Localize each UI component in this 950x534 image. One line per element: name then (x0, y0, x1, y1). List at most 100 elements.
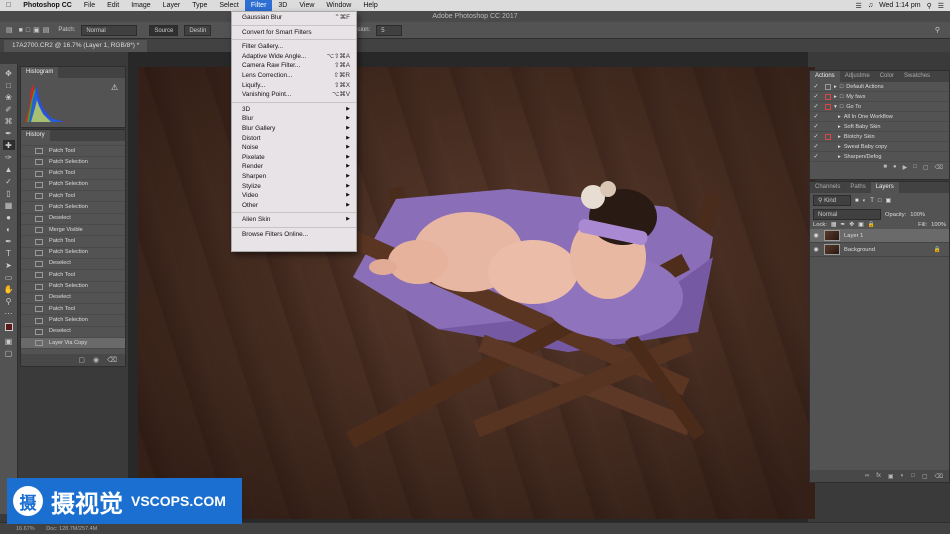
filter-adjustment-icon[interactable]: ◐ (863, 198, 867, 204)
filter-submenu-pixelate[interactable]: Pixelate ▶ (232, 153, 356, 163)
snapshot-icon[interactable]: ◉ (93, 356, 99, 364)
filter-gallery[interactable]: Filter Gallery... (232, 42, 356, 52)
play-icon[interactable]: ▶ (903, 164, 908, 171)
hand-tool-icon[interactable]: ✋ (3, 284, 15, 294)
menu-image[interactable]: Image (125, 0, 156, 11)
add-mask-icon[interactable]: ▣ (888, 473, 894, 480)
history-item[interactable]: Patch Selection (21, 157, 125, 169)
more-tools-icon[interactable]: ⋯ (3, 308, 15, 318)
filter-pixel-icon[interactable]: ■ (855, 198, 859, 204)
move-tool-icon[interactable]: ✥ (3, 68, 15, 78)
action-set[interactable]: ✓ ▸ □ My favs (810, 92, 949, 102)
lock-pixels-icon[interactable]: ▦ (831, 222, 836, 228)
filter-camera-raw[interactable]: Camera Raw Filter... ⇧⌘A (232, 61, 356, 71)
volume-icon[interactable]: ♫ (868, 2, 873, 9)
wifi-icon[interactable]: ☰ (856, 2, 862, 10)
filter-submenu-blur[interactable]: Blur ▶ (232, 114, 356, 124)
histogram-tab[interactable]: Histogram (21, 67, 59, 78)
eyedropper-tool-icon[interactable]: ✒ (3, 128, 15, 138)
history-item[interactable]: Deselect (21, 214, 125, 226)
color-swatches-icon[interactable] (3, 320, 15, 334)
stamp-tool-icon[interactable]: ▲ (3, 164, 15, 174)
history-item[interactable]: Patch Tool (21, 304, 125, 316)
new-group-icon[interactable]: □ (911, 473, 915, 479)
history-item[interactable]: Patch Tool (21, 236, 125, 248)
filter-liquify[interactable]: Liquify... ⇧⌘X (232, 81, 356, 91)
history-item[interactable]: Patch Tool (21, 191, 125, 203)
patch-tool-icon[interactable]: ▤ (6, 26, 13, 34)
filter-convert-smart[interactable]: Convert for Smart Filters (232, 28, 356, 38)
filter-gaussian-blur[interactable]: Gaussian Blur ⌃⌘F (232, 13, 356, 23)
stop-icon[interactable]: ■ (883, 164, 887, 170)
patch-mode-select[interactable]: Normal (81, 24, 138, 36)
history-item[interactable]: Patch Tool (21, 270, 125, 282)
tab-channels[interactable]: Channels (810, 182, 845, 193)
healing-tool-icon[interactable]: ✚ (2, 140, 15, 150)
visibility-eye-icon[interactable]: ◉ (810, 247, 822, 253)
filter-submenu-other[interactable]: Other ▶ (232, 201, 356, 211)
lock-all-icon[interactable]: 🔒 (868, 222, 875, 228)
source-button[interactable]: Source (149, 24, 179, 36)
eraser-tool-icon[interactable]: ▯ (3, 188, 15, 198)
doc-size[interactable]: Doc: 128.7M/257.4M (46, 526, 97, 532)
filter-shape-icon[interactable]: □ (878, 198, 882, 204)
tab-swatches[interactable]: Swatches (899, 71, 935, 82)
history-item[interactable]: Patch Selection (21, 315, 125, 327)
type-tool-icon[interactable]: T (3, 248, 15, 258)
action-item[interactable]: ✓ ▸ Blotchy Skin (810, 132, 949, 142)
notification-icon[interactable]: ☰ (938, 2, 944, 10)
tab-paths[interactable]: Paths (845, 182, 870, 193)
history-brush-icon[interactable]: ✓ (3, 176, 15, 186)
zoom-tool-icon[interactable]: ⚲ (3, 296, 15, 306)
trash-icon[interactable]: ⌫ (935, 164, 943, 171)
dodge-tool-icon[interactable]: ◐ (3, 224, 15, 234)
action-item[interactable]: ✓ ▸ Sweat Baby copy (810, 142, 949, 152)
history-item[interactable]: Patch Tool (21, 146, 125, 158)
quick-select-tool-icon[interactable]: ✐ (3, 104, 15, 114)
filter-submenu-sharpen[interactable]: Sharpen ▶ (232, 172, 356, 182)
history-item[interactable]: Deselect (21, 293, 125, 305)
app-menu[interactable]: Photoshop CC (17, 0, 78, 11)
adjustment-layer-icon[interactable]: ◐ (901, 473, 905, 479)
menu-help[interactable]: Help (357, 0, 383, 11)
fill-value[interactable]: 100% (931, 222, 946, 228)
trash-icon[interactable]: ⌫ (107, 356, 117, 364)
layer-style-icon[interactable]: fx (876, 473, 881, 479)
filter-submenu-stylize[interactable]: Stylize ▶ (232, 182, 356, 192)
diffusion-select[interactable]: 5 (376, 24, 403, 36)
history-item[interactable]: Patch Selection (21, 180, 125, 192)
destination-button[interactable]: Destin (184, 24, 212, 36)
tab-actions[interactable]: Actions (810, 71, 840, 82)
blur-tool-icon[interactable]: ● (3, 212, 15, 222)
spotlight-icon[interactable]: ⚲ (927, 2, 932, 10)
path-select-tool-icon[interactable]: ➤ (3, 260, 15, 270)
menu-view[interactable]: View (293, 0, 320, 11)
blend-mode-select[interactable]: Normal (813, 209, 881, 220)
layer-row[interactable]: ◉ Layer 1 (810, 229, 949, 243)
history-item[interactable]: Deselect (21, 259, 125, 271)
shape-tool-icon[interactable]: ▭ (3, 272, 15, 282)
filter-submenu-distort[interactable]: Distort ▶ (232, 134, 356, 144)
action-set[interactable]: ✓ ▸ □ Default Actions (810, 82, 949, 92)
layer-row[interactable]: ◉ Background 🔒 (810, 243, 949, 257)
record-icon[interactable]: ● (893, 164, 897, 170)
history-item[interactable]: Patch Tool (21, 169, 125, 180)
filter-adaptive-wide-angle[interactable]: Adaptive Wide Angle... ⌥⇧⌘A (232, 52, 356, 62)
filter-submenu-video[interactable]: Video ▶ (232, 191, 356, 201)
new-action-icon[interactable]: ▢ (923, 164, 929, 171)
history-tab[interactable]: History (21, 130, 50, 141)
lock-position-icon[interactable]: ✥ (849, 222, 854, 228)
zoom-level[interactable]: 16.67% (16, 526, 35, 532)
lasso-tool-icon[interactable]: ❀ (3, 92, 15, 102)
filter-smart-icon[interactable]: ▣ (886, 197, 892, 204)
tab-layers[interactable]: Layers (870, 182, 899, 193)
crop-tool-icon[interactable]: ⌘ (3, 116, 15, 126)
menu-3d[interactable]: 3D (272, 0, 293, 11)
brush-tool-icon[interactable]: ✑ (3, 152, 15, 162)
filter-submenu-render[interactable]: Render ▶ (232, 162, 356, 172)
history-item-selected[interactable]: Layer Via Copy (21, 338, 125, 350)
menu-select[interactable]: Select (213, 0, 244, 11)
filter-submenu-3d[interactable]: 3D ▶ (232, 105, 356, 115)
action-item[interactable]: ✓ ▸ All In One Workflow (810, 112, 949, 122)
new-layer-icon[interactable]: ▢ (922, 473, 928, 480)
